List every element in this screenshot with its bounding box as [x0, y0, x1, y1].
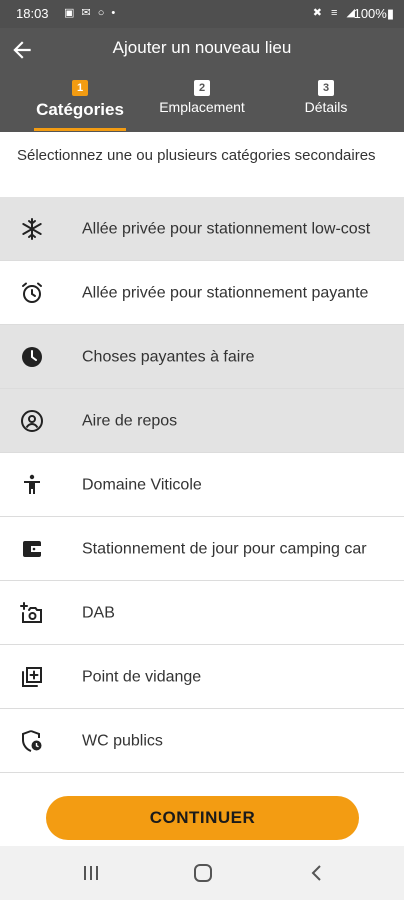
recent-apps-icon — [84, 866, 98, 880]
add-camera-icon — [20, 601, 44, 625]
shield-clock-icon — [20, 729, 44, 753]
list-item[interactable]: Domaine Viticole — [0, 453, 404, 517]
step-number: 1 — [72, 80, 88, 96]
step-number: 2 — [194, 80, 210, 96]
wallet-icon — [20, 537, 44, 561]
recent-apps-button[interactable] — [71, 860, 111, 886]
system-nav-bar — [0, 846, 404, 900]
app-header: Ajouter un nouveau lieu 1 Catégories 2 E… — [0, 28, 404, 132]
snowflake-icon — [20, 217, 44, 241]
step-label: Détails — [304, 99, 348, 115]
system-icons: ✖ ≡ ◢ — [312, 7, 358, 19]
step-number: 3 — [318, 80, 334, 96]
list-item[interactable]: Allée privée pour stationnement low-cost — [0, 197, 404, 261]
page-title: Ajouter un nouveau lieu — [112, 38, 292, 57]
active-tab-indicator — [34, 128, 126, 131]
status-bar: 18:03 ▣ ✉ ○ • ✖ ≡ ◢ 100%▮ — [0, 0, 404, 28]
list-item-label: Allée privée pour stationnement payante — [82, 284, 369, 301]
alarm-clock-icon — [20, 281, 44, 305]
step-label: Emplacement — [159, 99, 245, 115]
home-button[interactable] — [183, 860, 223, 886]
list-item[interactable]: DAB — [0, 581, 404, 645]
list-item[interactable]: Aire de repos — [0, 389, 404, 453]
account-circle-icon — [20, 409, 44, 433]
instructions-text: Sélectionnez une ou plusieurs catégories… — [17, 147, 376, 164]
step-label: Catégories — [36, 100, 124, 119]
list-item-label: Stationnement de jour pour camping car — [82, 540, 367, 557]
tab-emplacement[interactable]: 2 Emplacement — [137, 78, 267, 115]
notification-icons: ▣ ✉ ○ • — [64, 7, 118, 19]
tab-details[interactable]: 3 Détails — [261, 78, 391, 115]
list-item[interactable]: WC publics — [0, 709, 404, 773]
person-icon — [20, 473, 44, 497]
list-item-label: Aire de repos — [82, 412, 178, 429]
home-icon — [194, 864, 212, 882]
tab-categories[interactable]: 1 Catégories — [15, 78, 145, 120]
list-item[interactable]: Allée privée pour stationnement payante — [0, 261, 404, 325]
list-item-label: Allée privée pour stationnement low-cost — [82, 220, 371, 237]
list-item-label: Point de vidange — [82, 668, 202, 685]
list-item[interactable]: Stationnement de jour pour camping car — [0, 517, 404, 581]
list-item-label: WC publics — [82, 732, 163, 749]
list-item-label: Domaine Viticole — [82, 476, 202, 493]
category-list: Allée privée pour stationnement low-cost… — [0, 197, 404, 773]
list-item[interactable]: Choses payantes à faire — [0, 325, 404, 389]
battery-indicator: 100%▮ — [353, 6, 394, 21]
list-item-label: Choses payantes à faire — [82, 348, 255, 365]
chevron-left-icon — [311, 865, 321, 881]
continue-button[interactable]: CONTINUER — [46, 796, 359, 840]
status-time: 18:03 — [16, 6, 49, 21]
back-nav-button[interactable] — [297, 860, 337, 886]
clock-icon — [20, 345, 44, 369]
list-item-label: DAB — [82, 604, 115, 621]
library-add-icon — [20, 665, 44, 689]
list-item[interactable]: Point de vidange — [0, 645, 404, 709]
